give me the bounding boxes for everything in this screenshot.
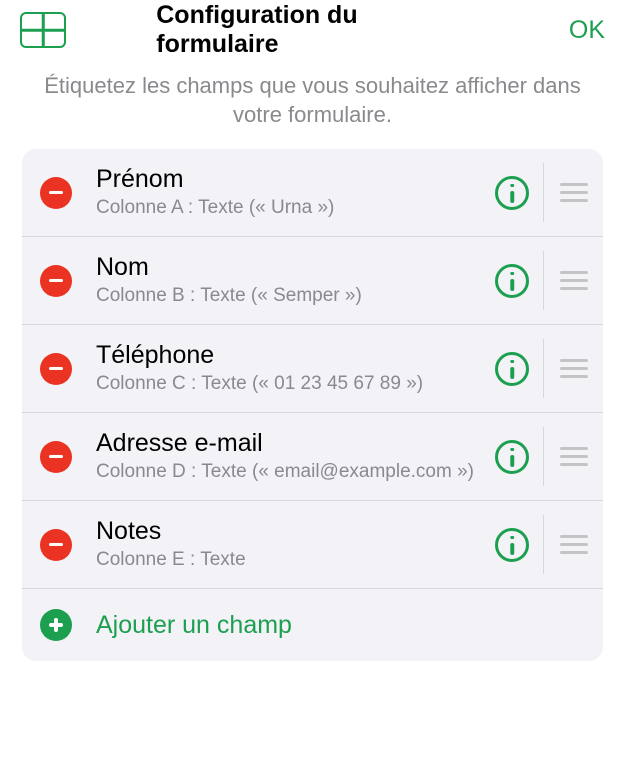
minus-icon	[49, 455, 63, 459]
page-title: Configuration du formulaire	[156, 1, 469, 59]
table-icon[interactable]	[20, 12, 66, 48]
minus-icon	[49, 367, 63, 371]
drag-handle[interactable]	[543, 163, 603, 222]
field-subtitle: Colonne C : Texte (« 01 23 45 67 89 »)	[96, 372, 485, 397]
minus-icon	[49, 279, 63, 283]
field-row: Adresse e-mail Colonne D : Texte (« emai…	[22, 413, 603, 501]
info-icon[interactable]	[495, 264, 529, 298]
info-icon[interactable]	[495, 176, 529, 210]
field-row: Nom Colonne B : Texte (« Semper »)	[22, 237, 603, 325]
field-text: Adresse e-mail Colonne D : Texte (« emai…	[96, 429, 485, 485]
drag-handle[interactable]	[543, 515, 603, 574]
reorder-icon	[560, 271, 588, 290]
remove-field-button[interactable]	[40, 529, 72, 561]
header-bar: Configuration du formulaire OK	[0, 0, 625, 52]
minus-icon	[49, 191, 63, 195]
drag-handle[interactable]	[543, 251, 603, 310]
add-field-button[interactable]: Ajouter un champ	[22, 589, 603, 661]
fields-list: Prénom Colonne A : Texte (« Urna ») Nom …	[22, 149, 603, 661]
minus-icon	[49, 543, 63, 547]
add-field-label: Ajouter un champ	[96, 611, 292, 640]
reorder-icon	[560, 359, 588, 378]
field-title: Notes	[96, 517, 485, 546]
field-subtitle: Colonne B : Texte (« Semper »)	[96, 284, 485, 309]
field-text: Téléphone Colonne C : Texte (« 01 23 45 …	[96, 341, 485, 397]
info-icon[interactable]	[495, 352, 529, 386]
reorder-icon	[560, 535, 588, 554]
field-subtitle: Colonne A : Texte (« Urna »)	[96, 196, 485, 221]
remove-field-button[interactable]	[40, 177, 72, 209]
info-icon[interactable]	[495, 440, 529, 474]
field-text: Nom Colonne B : Texte (« Semper »)	[96, 253, 485, 309]
field-subtitle: Colonne D : Texte (« email@example.com »…	[96, 460, 485, 485]
remove-field-button[interactable]	[40, 441, 72, 473]
page-subtitle: Étiquetez les champs que vous souhaitez …	[0, 52, 625, 149]
ok-button[interactable]: OK	[569, 16, 605, 45]
field-text: Notes Colonne E : Texte	[96, 517, 485, 573]
field-subtitle: Colonne E : Texte	[96, 548, 485, 573]
field-title: Téléphone	[96, 341, 485, 370]
field-title: Adresse e-mail	[96, 429, 485, 458]
field-row: Prénom Colonne A : Texte (« Urna »)	[22, 149, 603, 237]
drag-handle[interactable]	[543, 339, 603, 398]
field-row: Téléphone Colonne C : Texte (« 01 23 45 …	[22, 325, 603, 413]
plus-icon	[40, 609, 72, 641]
remove-field-button[interactable]	[40, 265, 72, 297]
field-title: Prénom	[96, 165, 485, 194]
remove-field-button[interactable]	[40, 353, 72, 385]
drag-handle[interactable]	[543, 427, 603, 486]
reorder-icon	[560, 183, 588, 202]
info-icon[interactable]	[495, 528, 529, 562]
field-title: Nom	[96, 253, 485, 282]
field-row: Notes Colonne E : Texte	[22, 501, 603, 589]
field-text: Prénom Colonne A : Texte (« Urna »)	[96, 165, 485, 221]
reorder-icon	[560, 447, 588, 466]
